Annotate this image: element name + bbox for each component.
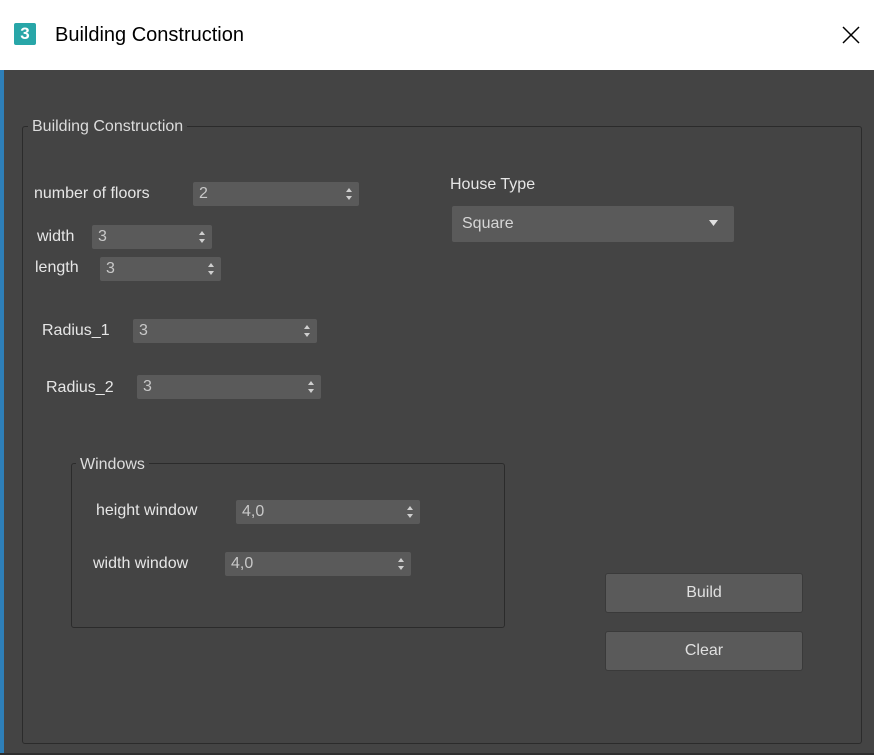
width-value: 3	[98, 228, 107, 245]
house-type-dropdown[interactable]: Square	[452, 206, 734, 242]
height-window-value: 4,0	[242, 503, 265, 520]
house-type-label: House Type	[450, 176, 536, 193]
clear-button[interactable]: Clear	[605, 631, 803, 671]
floors-label: number of floors	[34, 185, 150, 202]
length-label: length	[35, 259, 79, 276]
build-button[interactable]: Build	[605, 573, 803, 613]
house-type-value: Square	[462, 215, 514, 232]
spin-arrows-icon[interactable]	[307, 379, 315, 395]
close-icon	[842, 26, 860, 44]
radius2-value: 3	[143, 378, 152, 395]
spin-arrows-icon[interactable]	[207, 261, 215, 277]
width-window-label: width window	[93, 555, 189, 572]
close-button[interactable]	[828, 12, 874, 58]
title-bar: 3 Building Construction	[0, 0, 874, 70]
window-title: Building Construction	[55, 24, 244, 46]
windows-group	[71, 463, 505, 628]
radius1-value: 3	[139, 322, 148, 339]
radius1-spinbox[interactable]: 3	[133, 319, 317, 343]
dropdown-arrow-icon	[709, 220, 718, 226]
spin-arrows-icon[interactable]	[345, 186, 353, 202]
width-window-value: 4,0	[231, 555, 254, 572]
width-spinbox[interactable]: 3	[92, 225, 212, 249]
building-construction-legend: Building Construction	[28, 117, 188, 137]
windows-legend: Windows	[76, 455, 149, 475]
floors-value: 2	[199, 185, 208, 202]
width-window-spinbox[interactable]: 4,0	[225, 552, 411, 576]
spin-arrows-icon[interactable]	[406, 504, 414, 520]
app-icon: 3	[14, 23, 36, 45]
window-edge	[0, 70, 4, 755]
height-window-spinbox[interactable]: 4,0	[236, 500, 420, 524]
length-value: 3	[106, 260, 115, 277]
spin-arrows-icon[interactable]	[198, 229, 206, 245]
spin-arrows-icon[interactable]	[303, 323, 311, 339]
height-window-label: height window	[96, 502, 198, 519]
radius2-label: Radius_2	[46, 379, 114, 396]
width-label: width	[37, 228, 75, 245]
radius2-spinbox[interactable]: 3	[137, 375, 321, 399]
length-spinbox[interactable]: 3	[100, 257, 221, 281]
floors-spinbox[interactable]: 2	[193, 182, 359, 206]
radius1-label: Radius_1	[42, 322, 110, 339]
spin-arrows-icon[interactable]	[397, 556, 405, 572]
